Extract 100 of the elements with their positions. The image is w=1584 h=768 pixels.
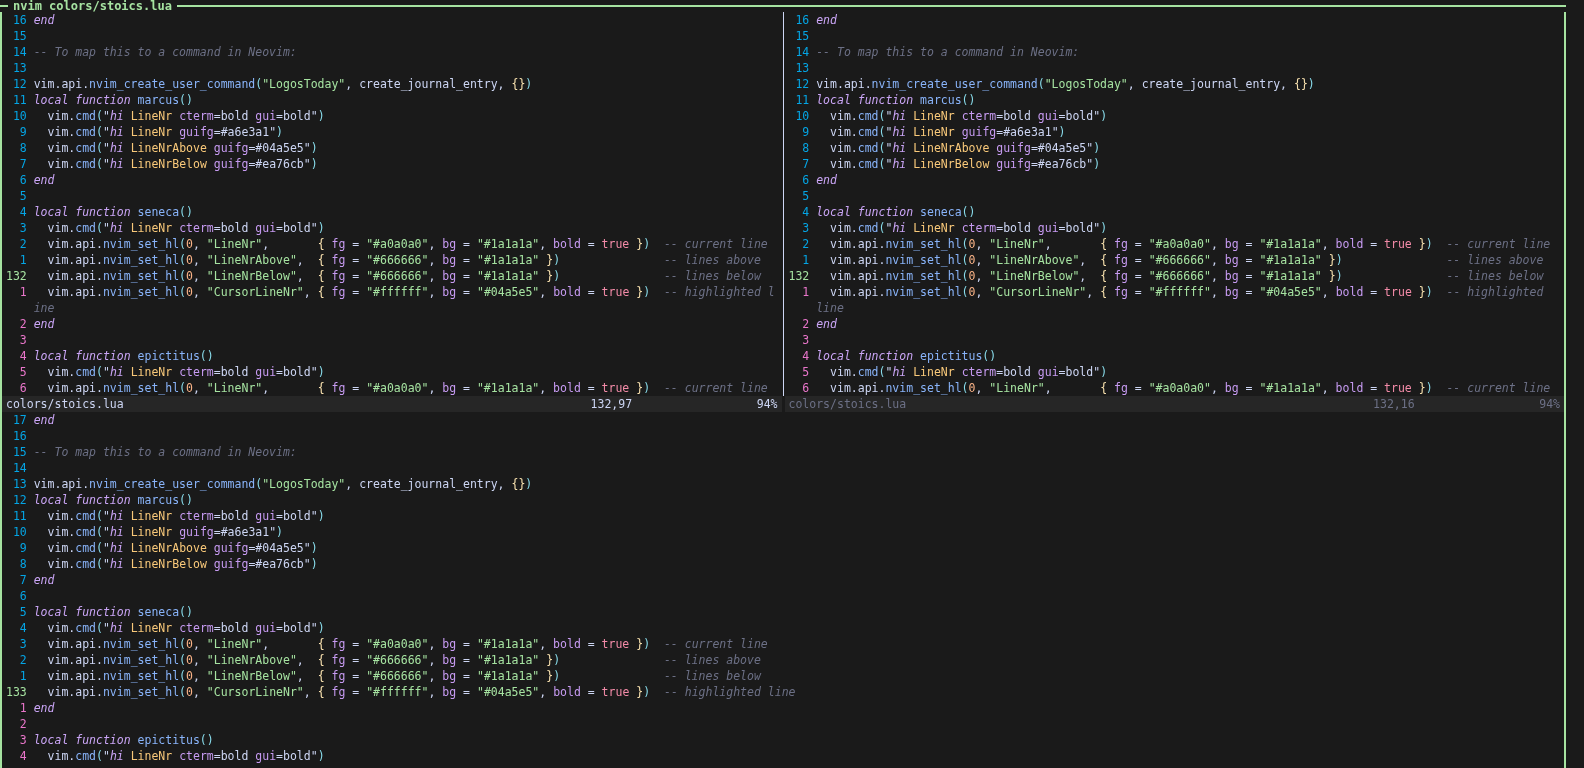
line-number: 14 <box>11 460 27 476</box>
line-number: 11 <box>794 92 810 108</box>
code-line: -- To map this to a command in Neovim: <box>816 44 1080 60</box>
line-number: 9 <box>801 124 810 140</box>
line-number: 3 <box>801 220 810 236</box>
code-line: vim.cmd("hi LineNr guifg=#a6e3a1") <box>46 124 283 140</box>
window-title: nvim colors/stoics.lua <box>12 0 173 12</box>
line-number: 16 <box>11 12 27 28</box>
cursor-position: 132,97 <box>590 396 634 412</box>
line-number: 5 <box>801 364 810 380</box>
line-number: 1 <box>18 252 27 268</box>
line-number: 4 <box>801 348 810 364</box>
line-number: 6 <box>18 380 27 396</box>
line-number: 7 <box>801 156 810 172</box>
code-line: vim.api.nvim_set_hl(0, "LineNrAbove", { fg = "#666666", bg = "#1a1a1a" }) -- lines above <box>46 652 761 668</box>
line-number: 3 <box>18 732 27 748</box>
line-number: 8 <box>18 556 27 572</box>
scroll-percent: 94% <box>1539 396 1560 412</box>
line-number: 13 <box>11 60 27 76</box>
code-line: vim.api.nvim_set_hl(0, "LineNrAbove", { fg = "#666666", bg = "#1a1a1a" }) -- lines above <box>46 252 761 268</box>
code-line: local function seneca() <box>816 204 976 220</box>
cursor-position: 132,16 <box>1373 396 1416 412</box>
code-line: vim.api.nvim_set_hl(0, "LineNrBelow", { fg = "#666666", bg = "#1a1a1a" }) -- lines below <box>829 268 1544 284</box>
line-number: 15 <box>11 444 27 460</box>
line-number: 9 <box>18 540 27 556</box>
line-number: 4 <box>18 748 27 764</box>
line-number: 12 <box>794 76 810 92</box>
code-line: line <box>816 300 844 316</box>
code-line: vim.api.nvim_set_hl(0, "LineNr", { fg = "#a0a0a0", bg = "#1a1a1a", bold = true }) -- current line <box>829 380 1551 396</box>
line-number: 133 <box>6 684 27 700</box>
line-number: 5 <box>18 364 27 380</box>
code-line: local function epictitus() <box>816 348 997 364</box>
line-number: 2 <box>801 316 810 332</box>
line-number: 4 <box>801 204 810 220</box>
line-number: 14 <box>11 44 27 60</box>
code-line: -- To map this to a command in Neovim: <box>33 44 297 60</box>
line-number: 132 <box>6 268 27 284</box>
line-number: 3 <box>801 332 810 348</box>
code-line: local function marcus() <box>33 492 193 508</box>
line-number: 17 <box>11 412 27 428</box>
code-line: vim.api.nvim_set_hl(0, "CursorLineNr", { fg = "#ffffff", bg = "#04a5e5", bold = true }) -- highlighted <box>829 284 1544 300</box>
line-number: 16 <box>11 428 27 444</box>
line-number: 3 <box>18 332 27 348</box>
code-line: end <box>33 316 55 332</box>
line-number: 7 <box>18 572 27 588</box>
code-line: vim.api.nvim_set_hl(0, "LineNrAbove", { fg = "#666666", bg = "#1a1a1a" }) -- lines above <box>829 252 1544 268</box>
line-number: 3 <box>18 220 27 236</box>
code-line: vim.api.nvim_set_hl(0, "LineNrBelow", { fg = "#666666", bg = "#1a1a1a" }) -- lines below <box>46 668 761 684</box>
code-line: vim.cmd("hi LineNr cterm=bold gui=bold") <box>46 620 325 636</box>
line-number: 1 <box>18 668 27 684</box>
code-line: vim.cmd("hi LineNr cterm=bold gui=bold") <box>829 108 1108 124</box>
code-line: vim.api.nvim_set_hl(0, "LineNr", { fg = "#a0a0a0", bg = "#1a1a1a", bold = true }) -- current line <box>46 636 768 652</box>
line-number: 2 <box>18 316 27 332</box>
code-line: end <box>816 316 837 332</box>
code-line: end <box>816 172 837 188</box>
line-number: 5 <box>18 188 27 204</box>
code-line: end <box>33 700 55 716</box>
code-line: vim.cmd("hi LineNrAbove guifg=#04a5e5") <box>46 540 318 556</box>
code-line: vim.cmd("hi LineNrBelow guifg=#ea76cb") <box>829 156 1101 172</box>
code-line: end <box>33 412 55 428</box>
code-line: end <box>33 572 55 588</box>
line-number: 132 <box>788 268 810 284</box>
line-number: 15 <box>794 28 810 44</box>
code-line: vim.api.nvim_set_hl(0, "LineNr", { fg = "#a0a0a0", bg = "#1a1a1a", bold = true }) -- current line <box>829 236 1551 252</box>
line-number: 5 <box>18 604 27 620</box>
line-number: 4 <box>18 348 27 364</box>
line-number: 2 <box>18 652 27 668</box>
line-number: 3 <box>18 636 27 652</box>
code-line: vim.cmd("hi LineNrAbove guifg=#04a5e5") <box>829 140 1101 156</box>
code-line: vim.cmd("hi LineNr cterm=bold gui=bold") <box>46 220 325 236</box>
line-number: 7 <box>18 156 27 172</box>
code-line: local function epictitus() <box>33 348 214 364</box>
line-number: 2 <box>18 716 27 732</box>
line-number: 8 <box>18 140 27 156</box>
line-number: 4 <box>18 204 27 220</box>
line-number: 11 <box>11 92 27 108</box>
code-line: vim.api.nvim_set_hl(0, "LineNr", { fg = "#a0a0a0", bg = "#1a1a1a", bold = true }) -- current line <box>46 380 768 396</box>
code-line: vim.cmd("hi LineNrBelow guifg=#ea76cb") <box>46 156 318 172</box>
line-number: 5 <box>801 188 810 204</box>
line-number: 10 <box>794 108 810 124</box>
code-line: vim.cmd("hi LineNr cterm=bold gui=bold") <box>829 364 1108 380</box>
line-number: 1 <box>801 284 810 300</box>
line-number: 13 <box>794 60 810 76</box>
line-number: 14 <box>794 44 810 60</box>
line-number: 10 <box>11 524 27 540</box>
line-number: 1 <box>18 700 27 716</box>
code-line: vim.cmd("hi LineNrBelow guifg=#ea76cb") <box>46 556 318 572</box>
code-line: -- To map this to a command in Neovim: <box>33 444 297 460</box>
code-line: vim.cmd("hi LineNr cterm=bold gui=bold") <box>46 108 325 124</box>
code-line: end <box>816 12 837 28</box>
code-line: local function seneca() <box>33 204 193 220</box>
code-line: ine <box>33 300 55 316</box>
code-line: vim.cmd("hi LineNr cterm=bold gui=bold") <box>46 508 325 524</box>
line-number: 12 <box>11 76 27 92</box>
code-line: local function marcus() <box>33 92 193 108</box>
line-number: 2 <box>18 236 27 252</box>
file-name: colors/stoics.lua <box>788 396 908 412</box>
line-number: 12 <box>11 492 27 508</box>
line-number: 13 <box>11 476 27 492</box>
code-line: vim.api.nvim_create_user_command("LogosToday", create_journal_entry, {}) <box>33 476 533 492</box>
